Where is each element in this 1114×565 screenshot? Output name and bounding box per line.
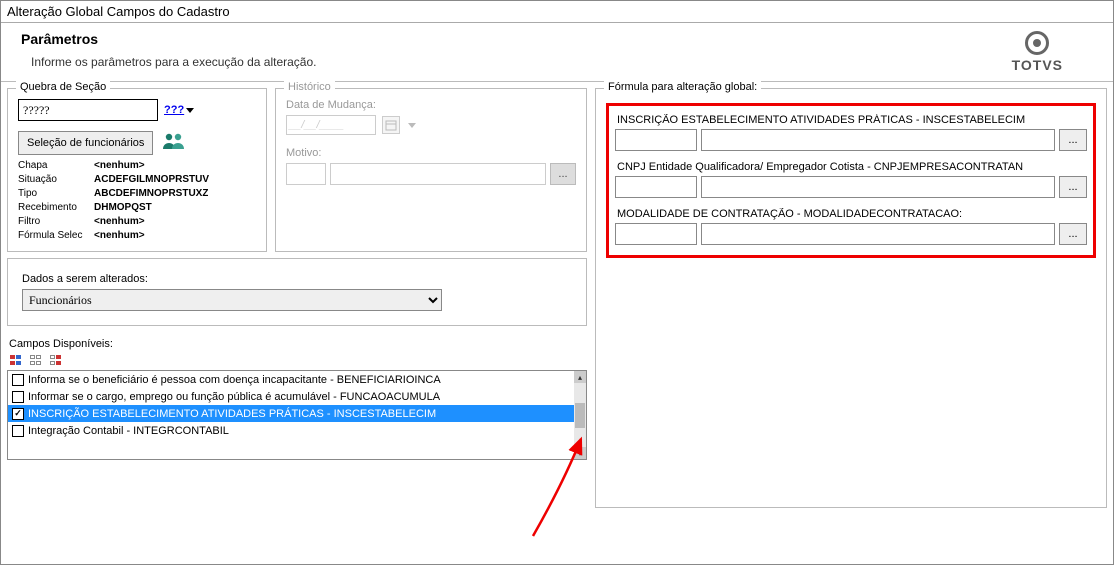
scroll-down-icon[interactable]: ▾ — [574, 447, 586, 459]
selecao-funcionarios-button[interactable]: Seleção de funcionários — [18, 131, 153, 155]
list-item[interactable]: INSCRIÇÃO ESTABELECIMENTO ATIVIDADES PRÁ… — [8, 405, 574, 422]
group-historico-label: Histórico — [284, 81, 335, 93]
group-quebra-label: Quebra de Seção — [16, 81, 110, 93]
formula-code-input[interactable] — [615, 176, 697, 198]
list-item[interactable]: Informa se o beneficiário é pessoa com d… — [8, 371, 574, 388]
filter-value-formula: <nenhum> — [94, 229, 145, 243]
group-historico: Histórico Data de Mudança: __/__/____ Mo… — [275, 88, 587, 252]
brand-logo-icon — [1025, 31, 1049, 55]
filter-value-tipo: ABCDEFIMNOPRSTUXZ — [94, 187, 208, 201]
group-campos-disponiveis: Campos Disponíveis: Informa se o benefic… — [7, 336, 587, 460]
motivo-browse-button[interactable]: ... — [550, 163, 576, 185]
filter-label-chapa: Chapa — [18, 159, 88, 173]
campos-listbox[interactable]: Informa se o beneficiário é pessoa com d… — [7, 370, 587, 460]
filter-value-situacao: ACDEFGILMNOPRSTUV — [94, 173, 209, 187]
annotation-highlight-box: INSCRIÇÃO ESTABELECIMENTO ATIVIDADES PRÁ… — [606, 103, 1096, 258]
group-quebra-secao: Quebra de Seção ??? Seleção de funcionár… — [7, 88, 267, 252]
chevron-down-icon[interactable] — [408, 123, 416, 128]
list-item-label: Informa se o beneficiário é pessoa com d… — [28, 374, 441, 386]
window-title: Alteração Global Campos do Cadastro — [1, 1, 1113, 23]
filter-label-recebimento: Recebimento — [18, 201, 88, 215]
select-invert-icon[interactable] — [49, 354, 63, 366]
brand-logo-text: TOTVS — [1012, 57, 1063, 73]
motivo-code-input[interactable] — [286, 163, 326, 185]
header: Parâmetros Informe os parâmetros para a … — [1, 23, 1113, 82]
filter-label-filtro: Filtro — [18, 215, 88, 229]
motivo-label: Motivo: — [286, 147, 576, 159]
formula-code-input[interactable] — [615, 129, 697, 151]
motivo-desc-input[interactable] — [330, 163, 546, 185]
data-mudanca-label: Data de Mudança: — [286, 99, 576, 111]
quebra-help-text: ??? — [164, 104, 184, 116]
scroll-up-icon[interactable]: ▴ — [574, 371, 586, 383]
group-dados-alterados: Dados a serem alterados: Funcionários — [7, 258, 587, 326]
filter-value-recebimento: DHMOPQST — [94, 201, 152, 215]
formula-browse-button[interactable]: ... — [1059, 129, 1087, 151]
formula-browse-button[interactable]: ... — [1059, 176, 1087, 198]
filter-value-filtro: <nenhum> — [94, 215, 145, 229]
filter-value-chapa: <nenhum> — [94, 159, 145, 173]
checkbox-icon[interactable] — [12, 408, 24, 420]
formula-desc-input[interactable] — [701, 129, 1055, 151]
list-item[interactable]: Integração Contabil - INTEGRCONTABIL — [8, 422, 574, 439]
brand-logo: TOTVS — [1012, 31, 1093, 73]
list-item-label: Informar se o cargo, emprego ou função p… — [28, 391, 440, 403]
list-item-label: INSCRIÇÃO ESTABELECIMENTO ATIVIDADES PRÁ… — [28, 408, 436, 420]
select-all-icon[interactable] — [9, 354, 23, 366]
dados-select[interactable]: Funcionários — [22, 289, 442, 311]
formula-field-label: CNPJ Entidade Qualificadora/ Empregador … — [615, 161, 1087, 176]
scroll-thumb[interactable] — [575, 403, 585, 428]
checkbox-icon[interactable] — [12, 425, 24, 437]
quebra-help-link[interactable]: ??? — [164, 104, 194, 116]
quebra-input[interactable] — [18, 99, 158, 121]
select-none-icon[interactable] — [29, 354, 43, 366]
filters-summary: Chapa<nenhum> SituaçãoACDEFGILMNOPRSTUV … — [18, 159, 256, 243]
group-formula-label: Fórmula para alteração global: — [604, 81, 761, 93]
filter-label-tipo: Tipo — [18, 187, 88, 201]
list-item-label: Integração Contabil - INTEGRCONTABIL — [28, 425, 229, 437]
chevron-down-icon — [186, 108, 194, 113]
formula-desc-input[interactable] — [701, 223, 1055, 245]
checkbox-icon[interactable] — [12, 374, 24, 386]
checkbox-icon[interactable] — [12, 391, 24, 403]
data-mudanca-input[interactable]: __/__/____ — [286, 115, 376, 135]
dados-label: Dados a serem alterados: — [22, 273, 572, 285]
people-icon[interactable] — [161, 132, 187, 155]
scrollbar-vertical[interactable]: ▴ ▾ — [574, 371, 586, 459]
calendar-icon[interactable] — [382, 116, 400, 134]
formula-browse-button[interactable]: ... — [1059, 223, 1087, 245]
page-subtitle: Informe os parâmetros para a execução da… — [21, 55, 317, 69]
page-title: Parâmetros — [21, 31, 317, 47]
formula-code-input[interactable] — [615, 223, 697, 245]
formula-desc-input[interactable] — [701, 176, 1055, 198]
formula-field-label: MODALIDADE DE CONTRATAÇÃO - MODALIDADECO… — [615, 208, 1087, 223]
group-formula-alteracao: Fórmula para alteração global: INSCRIÇÃO… — [595, 88, 1107, 508]
campos-label: Campos Disponíveis: — [7, 336, 587, 354]
filter-label-formula: Fórmula Selec — [18, 229, 88, 243]
list-item[interactable]: Informar se o cargo, emprego ou função p… — [8, 388, 574, 405]
formula-field-label: INSCRIÇÃO ESTABELECIMENTO ATIVIDADES PRÁ… — [615, 114, 1087, 129]
filter-label-situacao: Situação — [18, 173, 88, 187]
